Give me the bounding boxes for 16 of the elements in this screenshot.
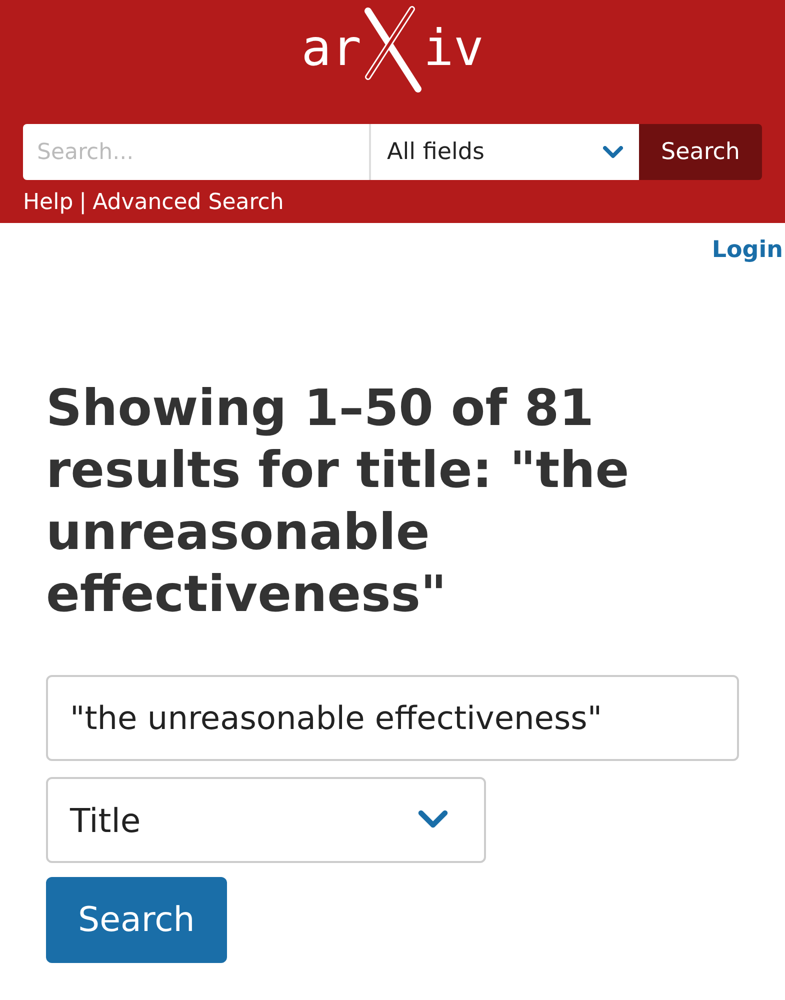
chevron-down-icon (603, 146, 623, 158)
results-heading: Showing 1–50 of 81 results for title: "the unreasonable effectiveness" (46, 378, 630, 625)
login-link[interactable]: Login (46, 237, 783, 263)
search-field[interactable]: Search... (23, 124, 371, 180)
search-button[interactable]: Search (639, 124, 762, 180)
link-separator: | (79, 190, 87, 215)
logo-cross-icon (362, 3, 424, 93)
query-field[interactable]: "the unreasonable effectiveness" (46, 675, 739, 761)
chevron-down-icon (418, 810, 448, 830)
search-button[interactable]: Search (46, 877, 227, 963)
field-select[interactable]: All fields (371, 124, 639, 180)
logo-text: ar (301, 23, 362, 73)
logo-text: iv (424, 23, 484, 73)
field-select[interactable]: Title (46, 777, 486, 863)
header-link[interactable]: Help (23, 190, 74, 215)
header-link[interactable]: Advanced Search (92, 190, 284, 215)
